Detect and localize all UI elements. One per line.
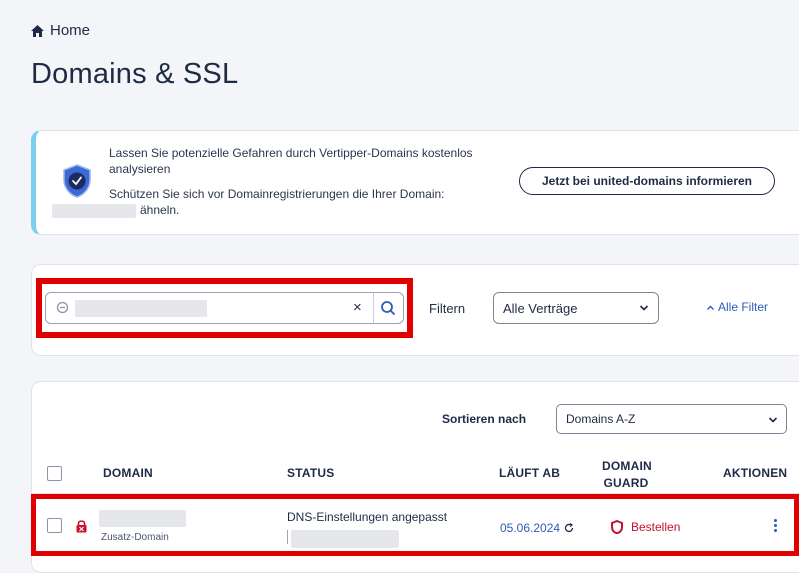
united-domains-info-button[interactable]: Jetzt bei united-domains informieren: [519, 167, 775, 195]
home-icon: [31, 24, 44, 37]
domain-type-label: Zusatz-Domain: [101, 532, 169, 543]
contract-filter-select[interactable]: Alle Verträge: [493, 292, 659, 324]
column-header-actions: AKTIONEN: [723, 466, 788, 480]
shield-icon: [611, 520, 623, 534]
column-header-domain[interactable]: DOMAIN: [103, 466, 153, 480]
search-status-icon: [56, 301, 69, 314]
promo-text-title: Lassen Sie potenzielle Gefahren durch Ve…: [109, 146, 473, 176]
search-input[interactable]: ×: [45, 292, 404, 324]
column-header-guard-line1: DOMAIN: [602, 459, 652, 473]
promo-text-suffix: ähneln.: [140, 203, 180, 217]
promo-text-body: Schützen Sie sich vor Domainregistrierun…: [52, 186, 509, 218]
renew-icon: [564, 523, 574, 533]
contract-filter-value: Alle Verträge: [503, 300, 578, 316]
expiry-date[interactable]: 05.06.2024: [500, 521, 574, 535]
search-value-redacted: [75, 300, 207, 317]
sort-select[interactable]: Domains A-Z: [556, 404, 787, 434]
sort-select-value: Domains A-Z: [566, 412, 636, 426]
chevron-down-icon: [768, 417, 778, 423]
redacted-domain-name: [99, 510, 186, 527]
chevron-down-icon: [639, 305, 649, 311]
domain-guard-order-button[interactable]: Bestellen: [611, 520, 680, 534]
column-header-guard-line2: GUARD: [603, 476, 649, 490]
all-filters-label: Alle Filter: [718, 300, 769, 314]
search-divider: [373, 293, 374, 323]
domain-status: DNS-Einstellungen angepasst: [287, 510, 448, 524]
breadcrumb-home-link[interactable]: Home: [50, 22, 90, 39]
redacted-status-detail: [291, 530, 399, 548]
column-header-status[interactable]: STATUS: [287, 466, 334, 480]
sort-label: Sortieren nach: [442, 412, 527, 426]
page-title: Domains & SSL: [31, 58, 239, 90]
kebab-dot: [773, 529, 777, 532]
filter-label: Filtern: [429, 301, 466, 316]
chevron-up-icon: [707, 305, 714, 310]
clear-search-icon[interactable]: ×: [353, 299, 362, 316]
column-header-expires[interactable]: LÄUFT AB: [499, 466, 560, 480]
domain-guard-order-label: Bestellen: [631, 520, 681, 534]
search-icon[interactable]: [378, 298, 398, 318]
row-actions-menu[interactable]: [771, 518, 779, 536]
lock-icon: [76, 520, 87, 533]
promo-banner: Lassen Sie potenzielle Gefahren durch Ve…: [31, 130, 799, 235]
breadcrumb[interactable]: Home: [31, 22, 90, 39]
kebab-dot: [773, 519, 777, 522]
kebab-dot: [773, 524, 777, 527]
status-detail-marker: [287, 530, 288, 544]
select-all-checkbox[interactable]: [47, 466, 62, 481]
promo-text-line2: Schützen Sie sich vor Domainregistrierun…: [109, 187, 445, 201]
redacted-domain: [52, 203, 136, 218]
shield-check-icon: [63, 164, 91, 198]
column-header-domain-guard: DOMAIN GUARD: [602, 458, 652, 492]
expiry-date-value: 05.06.2024: [500, 521, 561, 535]
all-filters-toggle[interactable]: Alle Filter: [706, 300, 768, 314]
row-checkbox[interactable]: [47, 518, 62, 533]
